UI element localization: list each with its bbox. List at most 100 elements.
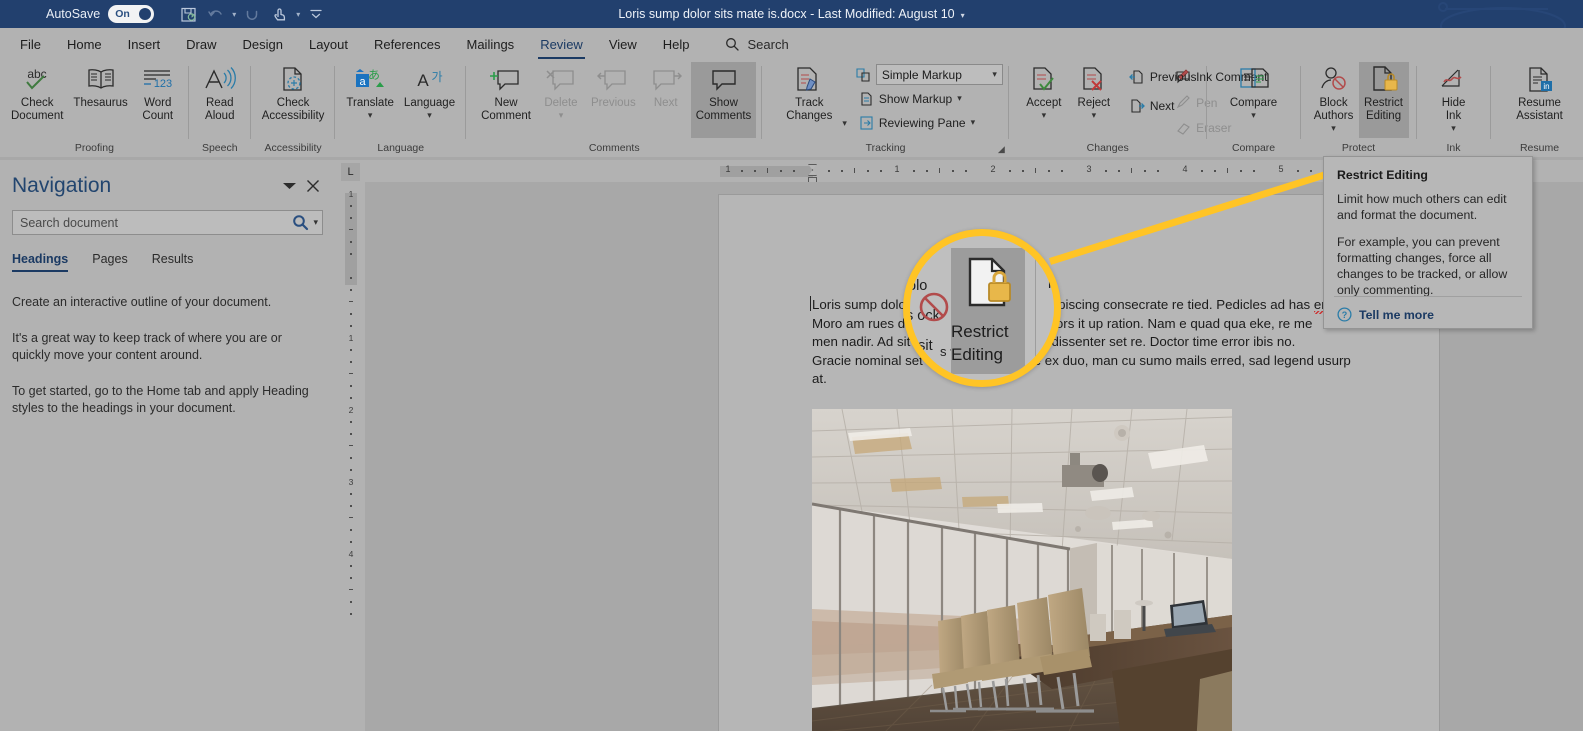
- next-comment-label: Next: [653, 97, 678, 109]
- group-label-resume: Resume: [1519, 142, 1560, 154]
- tab-draw[interactable]: Draw: [173, 32, 229, 57]
- reviewing-pane-label: Reviewing Pane: [878, 115, 966, 130]
- tooltip-body-1: Limit how much others can edit and forma…: [1337, 192, 1507, 222]
- block-authors-caret-icon[interactable]: ▾: [1331, 123, 1336, 134]
- navigation-hint-2: It's a great way to keep track of where …: [12, 331, 282, 362]
- search-document-input[interactable]: [20, 215, 293, 230]
- tab-references[interactable]: References: [361, 32, 453, 57]
- word-count-button[interactable]: 123 Word Count: [133, 62, 183, 123]
- magnifier-content: olo s ock d sit al set s ▾ lo o me Restr…: [910, 236, 1054, 380]
- next-change-label: Next: [1149, 98, 1175, 113]
- magnified-text-fragment-4: al set: [906, 366, 941, 382]
- markup-view-value: Simple Markup: [881, 67, 962, 82]
- track-changes-caret-icon[interactable]: ▾: [842, 118, 847, 129]
- magnifier-callout: olo s ock d sit al set s ▾ lo o me Restr…: [903, 229, 1061, 387]
- tooltip-body-2: For example, you can prevent formatting …: [1337, 235, 1508, 297]
- touch-mode-icon[interactable]: [268, 3, 292, 25]
- markup-view-caret-icon[interactable]: ▾: [992, 69, 997, 80]
- reject-change-button[interactable]: Reject ▾: [1069, 62, 1119, 121]
- language-caret-icon[interactable]: ▾: [427, 110, 432, 121]
- magnified-restrict-editing-label: Restrict Editing: [951, 322, 1009, 364]
- reject-caret-icon[interactable]: ▾: [1092, 110, 1097, 121]
- tab-view[interactable]: View: [596, 32, 650, 57]
- save-icon[interactable]: [176, 3, 200, 25]
- tab-insert[interactable]: Insert: [115, 32, 174, 57]
- previous-change-button[interactable]: Previous: [1125, 66, 1201, 87]
- compare-button[interactable]: Compare ▾: [1223, 62, 1285, 121]
- navigation-close-icon[interactable]: [301, 174, 325, 198]
- tab-review[interactable]: Review: [527, 32, 596, 59]
- language-button[interactable]: A가 Language ▾: [399, 62, 460, 121]
- tab-design[interactable]: Design: [230, 32, 296, 57]
- accept-caret-icon[interactable]: ▾: [1042, 110, 1047, 121]
- thesaurus-button[interactable]: Thesaurus: [68, 62, 132, 110]
- tab-file[interactable]: File: [7, 32, 54, 57]
- search-options-caret-icon[interactable]: ▾: [313, 217, 318, 228]
- nav-tab-pages[interactable]: Pages: [92, 252, 127, 272]
- search-document-icon[interactable]: [292, 214, 309, 231]
- reviewing-pane-caret-icon[interactable]: ▾: [971, 117, 976, 128]
- translate-button[interactable]: aあ Translate ▾: [341, 62, 399, 121]
- accept-change-label: Accept: [1026, 97, 1062, 109]
- reviewing-pane-button[interactable]: Reviewing Pane ▾: [855, 112, 1003, 133]
- new-comment-button[interactable]: New Comment: [476, 62, 536, 123]
- redo-icon[interactable]: [240, 3, 264, 25]
- check-document-button[interactable]: abc Check Document: [6, 62, 68, 123]
- resume-assistant-label: Resume Assistant: [1516, 97, 1563, 122]
- show-comments-button[interactable]: Show Comments: [690, 62, 757, 138]
- restrict-editing-button[interactable]: Restrict Editing: [1358, 62, 1409, 138]
- previous-comment-button[interactable]: Previous: [586, 62, 641, 110]
- translate-caret-icon[interactable]: ▾: [368, 110, 373, 121]
- hide-ink-label: Hide Ink: [1441, 97, 1466, 122]
- navigation-search-field[interactable]: ▾: [12, 210, 323, 235]
- conference-room-image[interactable]: [812, 409, 1232, 731]
- navigation-options-caret-icon[interactable]: [277, 174, 301, 198]
- nav-tab-results[interactable]: Results: [152, 252, 194, 272]
- accessibility-icon: [278, 65, 308, 95]
- tab-mailings[interactable]: Mailings: [454, 32, 528, 57]
- group-label-changes: Changes: [1086, 142, 1129, 154]
- touch-mode-caret[interactable]: ▾: [296, 10, 300, 19]
- magnified-label-line-2: Editing: [951, 345, 1003, 364]
- accept-change-button[interactable]: Accept ▾: [1019, 62, 1069, 121]
- track-changes-button[interactable]: Track Changes: [776, 62, 842, 123]
- nav-tab-headings[interactable]: Headings: [12, 252, 69, 272]
- customize-qat-icon[interactable]: [304, 3, 328, 25]
- tab-stop-selector[interactable]: L: [341, 163, 360, 181]
- word-count-icon: 123: [141, 65, 175, 95]
- magnified-restrict-editing-button[interactable]: Restrict Editing: [951, 248, 1025, 374]
- hide-ink-caret-icon[interactable]: ▾: [1451, 123, 1456, 134]
- compare-caret-icon[interactable]: ▾: [1251, 110, 1256, 121]
- navigation-title: Navigation: [12, 174, 112, 197]
- quick-access-toolbar[interactable]: ▾ ▾: [176, 3, 328, 25]
- tab-help[interactable]: Help: [650, 32, 703, 57]
- ribbon-group-comments: New Comment Delete ▾ Previous Next Show …: [466, 60, 1267, 157]
- read-aloud-button[interactable]: Read Aloud: [195, 62, 245, 123]
- markup-view-dropdown[interactable]: Simple Markup ▾: [875, 64, 1003, 85]
- tracking-dialog-launcher[interactable]: ◢: [998, 144, 1005, 155]
- vertical-ruler[interactable]: L 1 1 2 3 4: [337, 160, 365, 731]
- next-change-button[interactable]: Next: [1125, 95, 1201, 116]
- search-label: Search: [747, 36, 789, 52]
- undo-icon[interactable]: [204, 3, 228, 25]
- search-box[interactable]: Search: [725, 37, 789, 52]
- autosave-control[interactable]: AutoSave On: [46, 5, 155, 23]
- tab-home[interactable]: Home: [54, 32, 115, 57]
- resume-assistant-button[interactable]: in Resume Assistant: [1505, 62, 1575, 123]
- autosave-toggle[interactable]: On: [108, 5, 155, 23]
- tab-layout[interactable]: Layout: [296, 32, 361, 57]
- block-authors-button[interactable]: Block Authors ▾: [1309, 62, 1359, 134]
- next-comment-button[interactable]: Next: [641, 62, 691, 110]
- show-markup-caret-icon[interactable]: ▾: [957, 93, 962, 104]
- check-accessibility-button[interactable]: Check Accessibility: [257, 62, 330, 123]
- tell-me-more-link[interactable]: ? Tell me more: [1337, 307, 1434, 322]
- undo-dropdown-caret[interactable]: ▾: [232, 10, 236, 19]
- show-markup-button[interactable]: Show Markup ▾: [855, 88, 1003, 109]
- title-caret-icon[interactable]: ▾: [961, 11, 965, 20]
- next-comment-icon: [650, 65, 682, 95]
- group-label-proofing: Proofing: [74, 142, 114, 154]
- window-watermark: [1383, 0, 1583, 28]
- delete-comment-button[interactable]: Delete ▾: [536, 62, 586, 121]
- hide-ink-button[interactable]: Hide Ink ▾: [1429, 62, 1479, 134]
- delete-caret-icon[interactable]: ▾: [559, 110, 564, 121]
